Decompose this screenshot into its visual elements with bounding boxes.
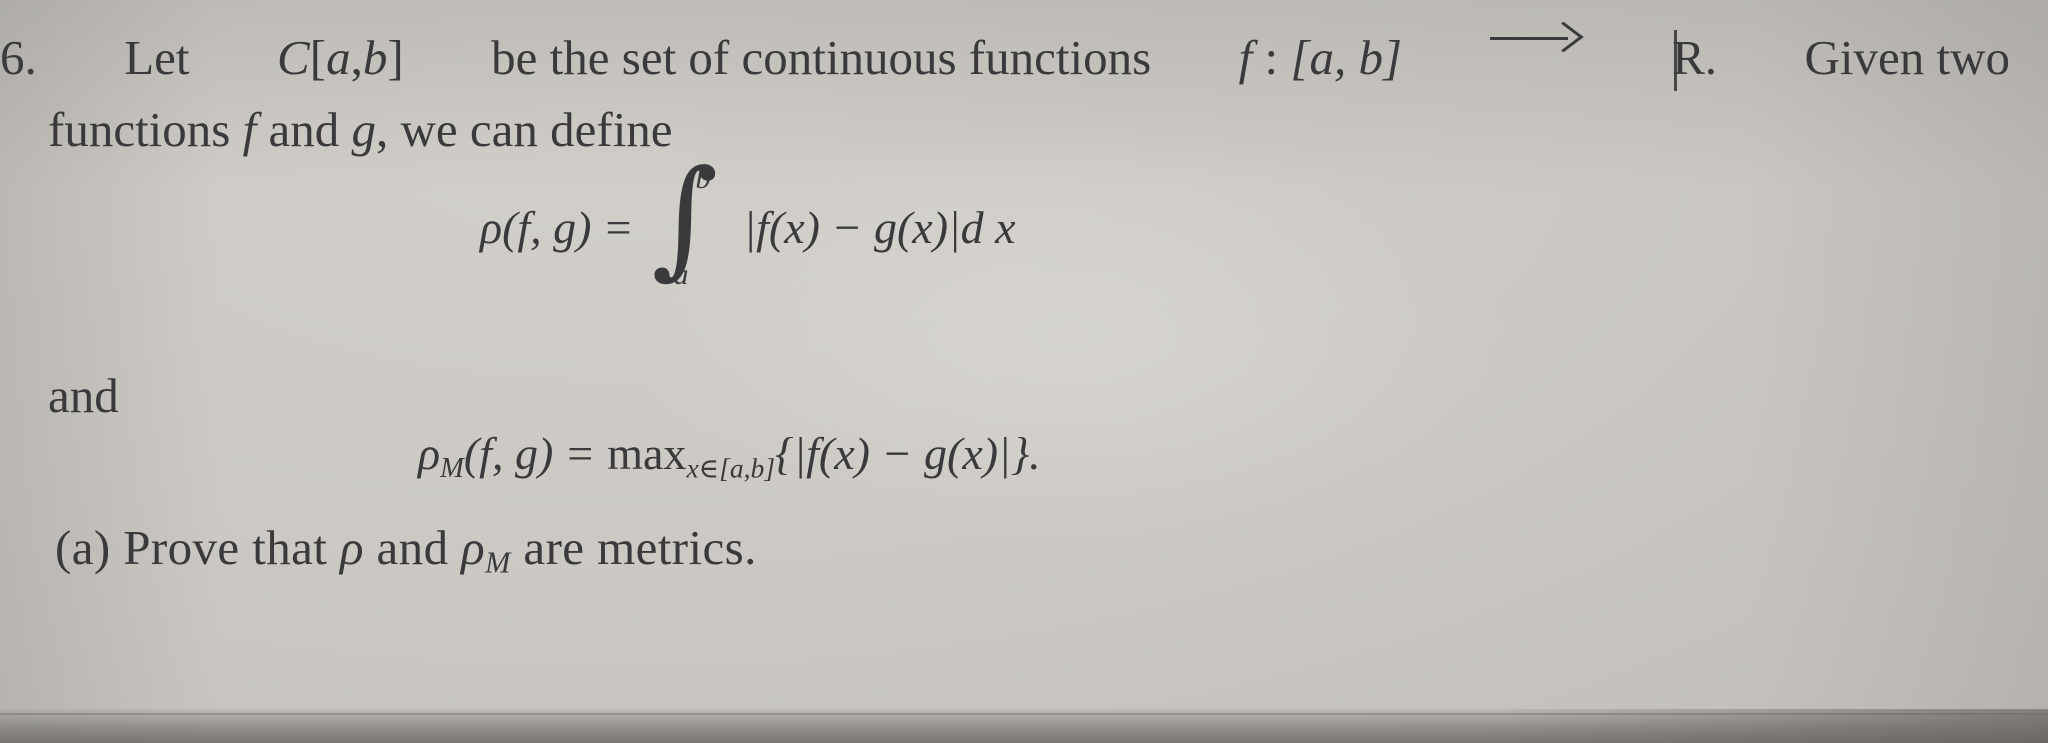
textbook-page-photo: 6. Let C[a,b] be the set of continuous f… xyxy=(0,0,2048,743)
display-equation-rho-max: ρM(f, g) = maxx∈[a,b] {|f(x) − g(x)|}. xyxy=(418,427,1041,485)
max-operator-group: maxx∈[a,b] xyxy=(607,427,775,484)
function-declaration: f : [a, b] xyxy=(1239,22,1402,94)
phrase-be-the-set-of-continuous-functions: be the set of continuous functions xyxy=(491,30,1152,85)
right-arrow-icon xyxy=(1489,22,1582,52)
equation2-left-hand-side: ρM(f, g) xyxy=(418,427,553,485)
part-a-line: (a) Prove that ρ and ρM are metrics. xyxy=(55,519,757,581)
part-a-rho-m-subscript: M xyxy=(485,545,511,580)
endpoint-a: a xyxy=(326,30,351,85)
word-functions: functions xyxy=(48,102,231,157)
bracket-close: ] xyxy=(387,30,404,85)
max-operator-subscript: x∈[a,b] xyxy=(686,452,776,484)
part-a-rho-m-base: ρ xyxy=(461,520,486,575)
part-a-prove-that: Prove that xyxy=(123,520,328,575)
part-a-are-metrics: are metrics. xyxy=(523,520,757,575)
bracket-open: [ xyxy=(309,30,327,85)
problem-statement-paragraph: 6. Let C[a,b] be the set of continuous f… xyxy=(0,22,2010,166)
function-symbol-f-line2: f xyxy=(242,102,257,157)
problem-statement-line-2: functions f and g, we can define xyxy=(0,94,2010,166)
problem-number: 6. xyxy=(0,30,37,85)
connector-and: and xyxy=(48,368,119,423)
set-symbol-C: C xyxy=(277,30,310,85)
endpoint-b: b xyxy=(362,30,388,85)
equation2-equals-sign: = xyxy=(567,428,594,479)
function-symbol-g-line2: g xyxy=(351,102,377,157)
part-a-rho-symbol: ρ xyxy=(339,520,364,575)
equation1-integrand: |f(x) − g(x)|d x xyxy=(743,201,1016,253)
codomain-real-numbers: R. xyxy=(1669,22,1717,94)
interval-comma: , xyxy=(350,30,363,85)
part-a-rho-m: ρM xyxy=(461,520,511,580)
sentence-period: . xyxy=(1704,30,1717,85)
equation1-equals-sign: = xyxy=(605,201,632,253)
problem-statement-line-1: 6. Let C[a,b] be the set of continuous f… xyxy=(0,22,2010,94)
equation2-body: {|f(x) − g(x)|}. xyxy=(775,428,1041,479)
display-equation-rho: ρ(f, g) = ∫ b a |f(x) − g(x)|d x xyxy=(480,154,1016,292)
domain-interval: [a, b] xyxy=(1290,30,1403,85)
max-operator: max xyxy=(607,428,687,479)
blackboard-bold-R: R xyxy=(1669,22,1705,94)
part-a-and: and xyxy=(376,520,449,575)
colon-symbol: : xyxy=(1264,30,1279,85)
word-and-line2: and xyxy=(268,102,340,157)
phrase-we-can-define: , we can define xyxy=(376,102,673,157)
integral-icon: ∫ b a xyxy=(651,154,725,292)
phrase-given-two: Given two xyxy=(1804,30,2011,85)
function-symbol-f: f xyxy=(1238,30,1253,85)
equation1-left-hand-side: ρ(f, g) xyxy=(480,201,592,253)
keyword-let: Let xyxy=(124,30,190,85)
integral-upper-limit: b xyxy=(695,162,711,195)
set-notation-C-a-b: C[a,b] xyxy=(277,22,404,94)
rho-symbol: ρ xyxy=(418,428,441,479)
page-content: 6. Let C[a,b] be the set of continuous f… xyxy=(0,0,2048,743)
rho-subscript-M: M xyxy=(440,452,464,484)
part-a-label: (a) xyxy=(55,520,111,575)
equation2-arguments: (f, g) xyxy=(463,428,554,479)
integral-lower-limit: a xyxy=(673,258,689,291)
